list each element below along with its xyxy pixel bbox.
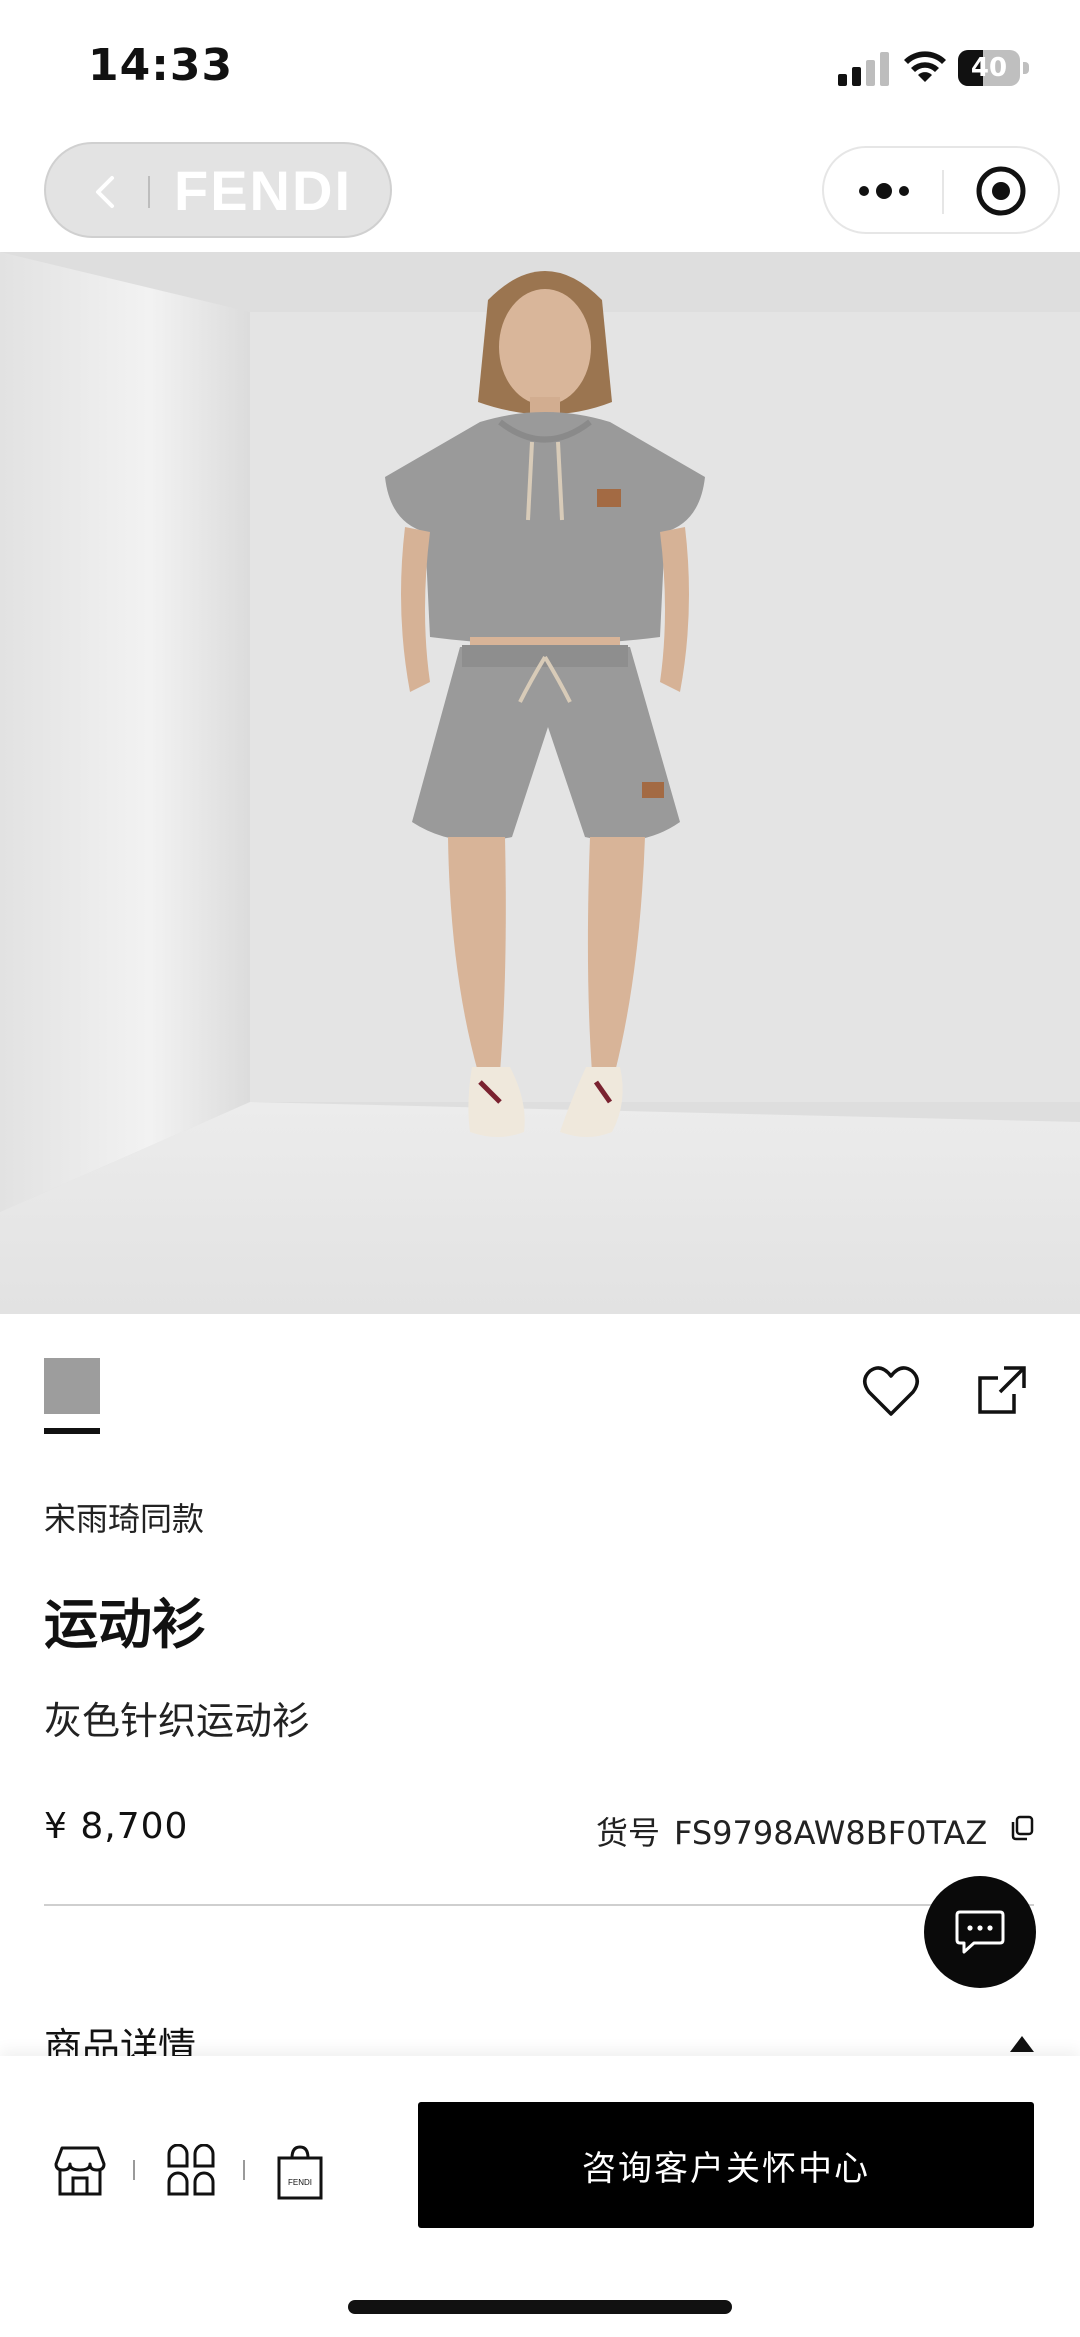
bottom-action-bar: FENDI 咨询客户关怀中心	[0, 2056, 1080, 2337]
favorite-heart-icon[interactable]	[862, 1364, 920, 1420]
sku-value: FS9798AW8BF0TAZ	[674, 1814, 988, 1852]
nav-bar: FENDI	[0, 130, 1080, 252]
categories-icon[interactable]	[166, 2144, 216, 2198]
capsule-divider	[942, 170, 944, 214]
product-image[interactable]	[0, 252, 1080, 1314]
product-tag: 宋雨琦同款	[44, 1500, 205, 1538]
swatch-selected-indicator	[44, 1428, 100, 1434]
target-icon[interactable]	[974, 164, 1028, 218]
store-icon[interactable]	[52, 2144, 108, 2198]
battery-level: 40	[970, 53, 1008, 83]
color-swatch-grey[interactable]	[44, 1358, 100, 1414]
sku-label: 货号	[596, 1814, 661, 1852]
product-photo-illustration	[0, 252, 1080, 1314]
chat-button[interactable]	[924, 1876, 1036, 1988]
back-chevron-icon[interactable]	[86, 172, 126, 212]
brand-logo: FENDI	[174, 159, 352, 222]
divider	[44, 1904, 1034, 1906]
wifi-icon	[904, 51, 946, 82]
product-subtitle: 灰色针织运动衫	[44, 1699, 311, 1743]
mini-program-capsule	[822, 146, 1060, 234]
caret-up-icon[interactable]	[1008, 2034, 1036, 2054]
more-dots-icon[interactable]	[854, 176, 914, 206]
customer-care-button[interactable]: 咨询客户关怀中心	[418, 2102, 1034, 2228]
share-icon[interactable]	[974, 1362, 1030, 1418]
bar-separator	[133, 2160, 135, 2180]
product-price: ¥ 8,700	[44, 1806, 189, 1847]
battery-icon: 40	[958, 50, 1030, 86]
cellular-signal-icon	[838, 52, 889, 86]
bar-separator	[243, 2160, 245, 2180]
shopping-bag-icon[interactable]: FENDI	[276, 2144, 324, 2200]
bag-brand-text: FENDI	[288, 2178, 312, 2187]
brand-back-pill[interactable]: FENDI	[44, 142, 392, 238]
status-bar: 14:33 40	[0, 0, 1080, 130]
home-indicator	[348, 2300, 732, 2314]
pill-divider	[148, 176, 150, 208]
product-title: 运动衫	[44, 1593, 206, 1656]
chat-bubble-icon	[955, 1910, 1005, 1954]
copy-icon[interactable]	[1008, 1814, 1036, 1842]
product-sku: 货号 FS9798AW8BF0TAZ	[596, 1808, 987, 1854]
status-time: 14:33	[88, 40, 234, 91]
